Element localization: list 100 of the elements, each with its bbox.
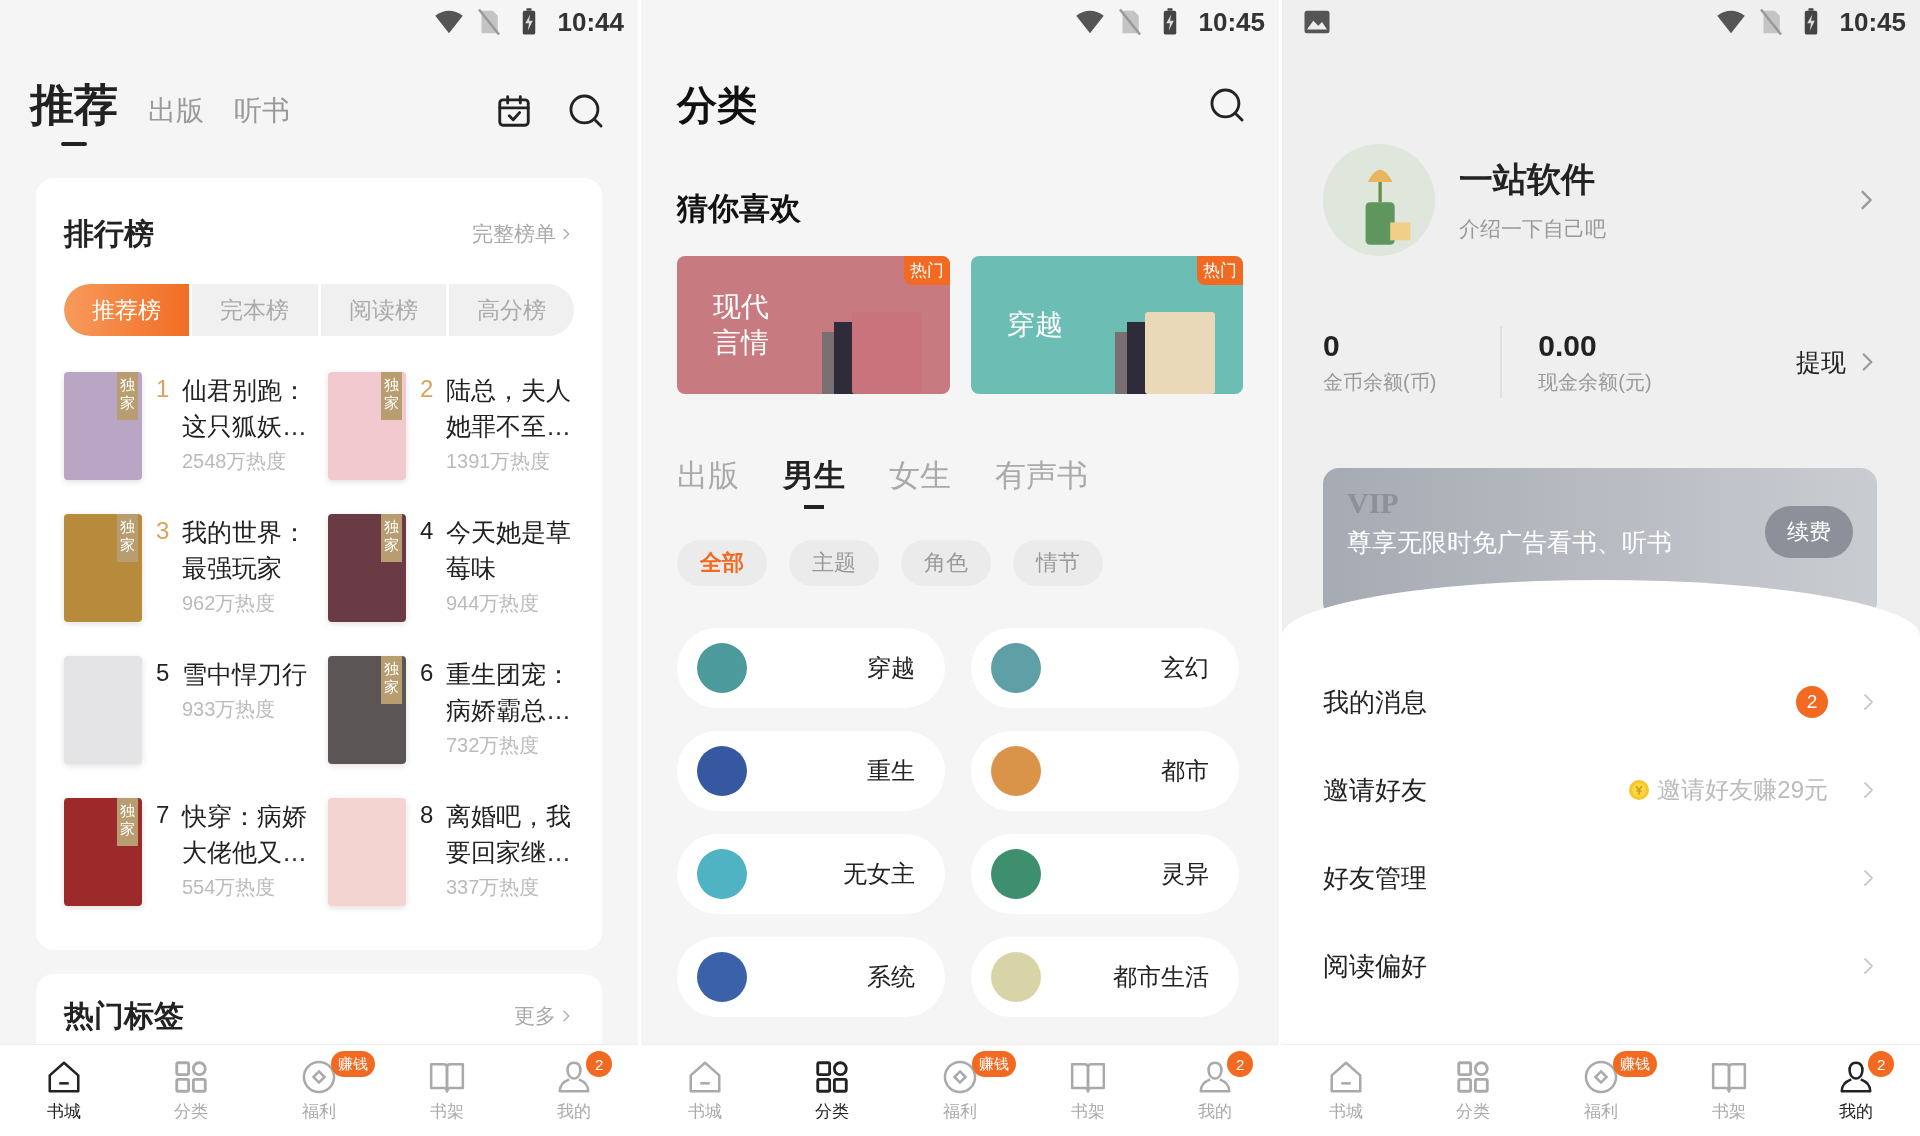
nav-tab[interactable]: 福利 赚钱 xyxy=(255,1045,383,1136)
book-title[interactable]: 离婚吧，我要回家继… xyxy=(446,798,574,870)
nav-tab[interactable]: 分类 xyxy=(1409,1045,1538,1136)
book-title[interactable]: 我的世界：最强玩家 xyxy=(182,514,310,586)
nav-tab[interactable]: 书架 xyxy=(382,1045,511,1136)
exclusive-tag: 独家 xyxy=(117,514,138,562)
ranking-tab[interactable]: 高分榜 xyxy=(445,284,574,336)
nav-tab[interactable]: 分类 xyxy=(768,1045,897,1136)
nav-badge: 2 xyxy=(1227,1051,1254,1077)
book-cover[interactable]: 独家 xyxy=(328,514,406,622)
category-tab[interactable]: 有声书 xyxy=(995,456,1088,510)
book-cover[interactable]: 独家 xyxy=(64,798,142,906)
rank-number: 7 xyxy=(156,800,171,830)
banner-label: 穿越 xyxy=(1006,308,1064,342)
genre-button[interactable]: 无女主 xyxy=(677,834,945,914)
genre-button[interactable]: 玄幻 xyxy=(971,628,1239,708)
top-tab[interactable]: 听书 xyxy=(234,92,290,142)
avatar[interactable] xyxy=(1323,144,1435,256)
ranking-tab[interactable]: 完本榜 xyxy=(189,284,318,336)
hint-text: 邀请好友赚29元 xyxy=(1657,775,1828,805)
genre-button[interactable]: 穿越 xyxy=(677,628,945,708)
status-time: 10:45 xyxy=(1839,6,1906,38)
popularity-text: 337万热度 xyxy=(446,875,541,900)
nav-tab[interactable]: 福利 赚钱 xyxy=(1537,1045,1665,1136)
ranking-tab[interactable]: 推荐榜 xyxy=(64,284,190,336)
filter-chip[interactable]: 主题 xyxy=(789,540,879,586)
nav-tab[interactable]: 书架 xyxy=(1664,1045,1793,1136)
nav-tab[interactable]: 书城 xyxy=(1282,1045,1410,1136)
rank-number: 6 xyxy=(420,658,435,688)
nav-badge: 2 xyxy=(586,1051,613,1077)
category-banner[interactable]: 现代言情 热门 xyxy=(677,256,950,394)
exclusive-tag: 独家 xyxy=(117,372,138,420)
nav-badge: 2 xyxy=(1868,1051,1895,1077)
category-tab[interactable]: 出版 xyxy=(677,456,739,510)
nav-tab[interactable]: 我的 2 xyxy=(1151,1045,1279,1136)
exclusive-tag: 独家 xyxy=(117,798,138,846)
withdraw-link[interactable]: 提现 xyxy=(1796,345,1880,379)
section-title: 热门标签 xyxy=(64,997,184,1034)
balance-value: 0.00 xyxy=(1538,328,1598,363)
book-cover[interactable]: 独家 xyxy=(64,514,142,622)
book-title[interactable]: 重生团宠：病娇霸总… xyxy=(446,656,574,728)
menu-item[interactable]: 邀请好友 邀请好友赚29元 xyxy=(1282,746,1920,834)
top-tab[interactable]: 出版 xyxy=(148,92,204,142)
genre-button[interactable]: 系统 xyxy=(677,937,945,1017)
ranking-tab[interactable]: 阅读榜 xyxy=(317,284,446,336)
section-title: 猜你喜欢 xyxy=(677,190,802,228)
balance-label: 金币余额(币) xyxy=(1323,369,1437,395)
search-icon xyxy=(1208,86,1246,124)
category-tab[interactable]: 男生 xyxy=(783,456,845,510)
nav-tab[interactable]: 书城 xyxy=(641,1045,769,1136)
nav-tab[interactable]: 书架 xyxy=(1023,1045,1152,1136)
book-title[interactable]: 雪中悍刀行 xyxy=(182,656,310,692)
book-title[interactable]: 今天她是草莓味 xyxy=(446,514,574,586)
hot-tag: 热门 xyxy=(1197,256,1243,285)
coin-icon xyxy=(1582,1058,1620,1096)
renew-button[interactable]: 续费 xyxy=(1765,506,1853,558)
rank-number: 5 xyxy=(156,658,171,688)
genre-button[interactable]: 重生 xyxy=(677,731,945,811)
count-badge: 2 xyxy=(1796,686,1828,718)
book-title[interactable]: 快穿：病娇大佬他又… xyxy=(182,798,310,870)
page-title: 分类 xyxy=(677,81,757,129)
genre-button[interactable]: 都市生活 xyxy=(971,937,1239,1017)
popularity-text: 732万热度 xyxy=(446,733,541,758)
category-tab[interactable]: 女生 xyxy=(889,456,951,510)
balance-label: 现金余额(元) xyxy=(1538,369,1652,395)
filter-chip[interactable]: 全部 xyxy=(677,540,767,586)
user-bio: 介绍一下自己吧 xyxy=(1459,216,1607,242)
book-title[interactable]: 仙君别跑：这只狐妖… xyxy=(182,372,310,444)
filter-chip[interactable]: 角色 xyxy=(901,540,991,586)
popularity-text: 2548万热度 xyxy=(182,449,288,474)
nav-tab[interactable]: 我的 2 xyxy=(510,1045,638,1136)
book-title[interactable]: 陆总，夫人她罪不至… xyxy=(446,372,574,444)
rank-number: 2 xyxy=(420,374,435,404)
category-banner[interactable]: 穿越 热门 xyxy=(970,256,1243,394)
nav-tab[interactable]: 福利 赚钱 xyxy=(896,1045,1024,1136)
menu-item[interactable]: 好友管理 xyxy=(1282,834,1920,922)
coin-icon xyxy=(1627,778,1652,802)
filter-chip[interactable]: 情节 xyxy=(1013,540,1103,586)
book-cover[interactable]: 独家 xyxy=(328,656,406,764)
genre-button[interactable]: 灵异 xyxy=(971,834,1239,914)
book-cover[interactable]: 独家 xyxy=(64,372,142,480)
nav-tab[interactable]: 分类 xyxy=(127,1045,256,1136)
book-cover[interactable]: 独家 xyxy=(328,372,406,480)
rank-number: 3 xyxy=(156,516,171,546)
menu-item[interactable]: 阅读偏好 xyxy=(1282,922,1920,1010)
vip-description: 尊享无限时免广告看书、听书 xyxy=(1347,527,1672,558)
more-link[interactable]: 更多 xyxy=(514,1002,574,1030)
nav-tab[interactable]: 我的 2 xyxy=(1792,1045,1920,1136)
full-list-link[interactable]: 完整榜单 xyxy=(472,220,574,248)
nav-badge: 赚钱 xyxy=(1613,1051,1657,1077)
popularity-text: 944万热度 xyxy=(446,591,541,616)
hot-tag: 热门 xyxy=(903,256,950,285)
menu-item[interactable]: 我的消息 2 xyxy=(1282,658,1920,746)
top-tab[interactable]: 推荐 xyxy=(30,76,118,146)
popularity-text: 554万热度 xyxy=(182,875,277,900)
genre-button[interactable]: 都市 xyxy=(971,731,1239,811)
coin-icon xyxy=(941,1058,979,1096)
calendar-check-icon xyxy=(495,92,533,130)
nav-tab[interactable]: 书城 xyxy=(0,1045,128,1136)
popularity-text: 962万热度 xyxy=(182,591,277,616)
